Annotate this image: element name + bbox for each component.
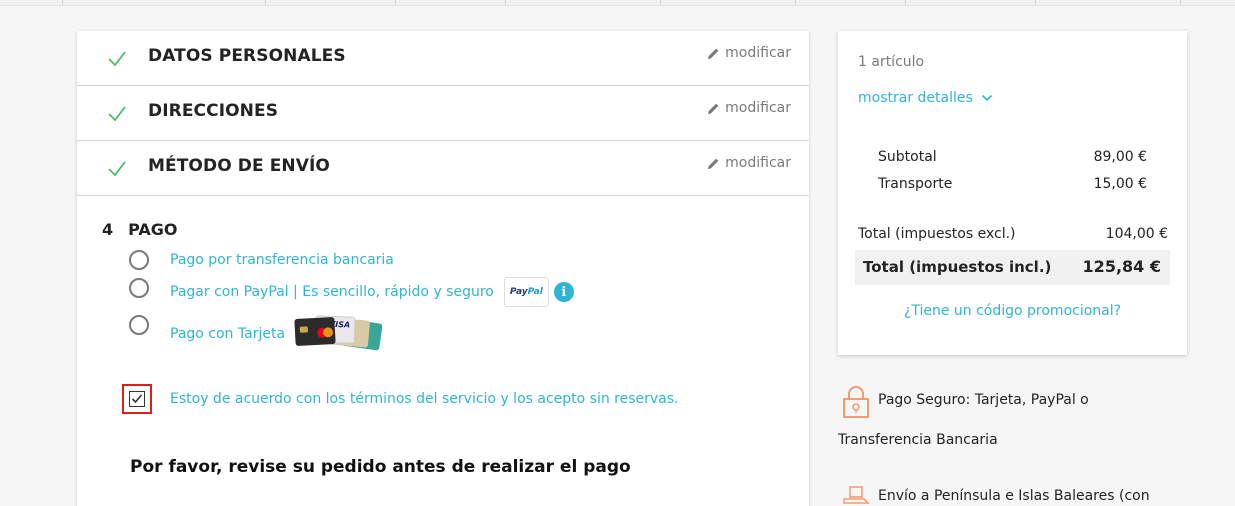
chevron-down-icon xyxy=(981,94,992,102)
radio-paypal[interactable] xyxy=(129,278,149,298)
edit-label: modificar xyxy=(725,155,791,171)
checkbox-inner xyxy=(129,391,145,407)
top-bar xyxy=(0,0,1235,6)
terms-agreement[interactable]: Estoy de acuerdo con los términos del se… xyxy=(122,384,679,414)
step-title: MÉTODO DE ENVÍO xyxy=(148,156,330,176)
total-incl-value: 125,84 € xyxy=(1082,257,1161,276)
total-excl-value: 104,00 € xyxy=(1105,226,1168,242)
total-incl-row: Total (impuestos incl.) 125,84 € xyxy=(855,250,1170,285)
payment-option-transfer[interactable]: Pago por transferencia bancaria xyxy=(129,250,394,270)
step-addresses[interactable]: DIRECCIONES modificar xyxy=(77,86,809,141)
step-shipping-method[interactable]: MÉTODO DE ENVÍO modificar xyxy=(77,141,809,196)
edit-shipping-link[interactable]: modificar xyxy=(707,155,791,171)
show-details-label: mostrar detalles xyxy=(858,90,973,106)
checkout-steps: DATOS PERSONALES modificar DIRECCIONES m… xyxy=(77,31,809,506)
check-icon xyxy=(108,161,126,177)
pencil-icon xyxy=(708,48,719,59)
step-title: PAGO xyxy=(128,220,178,239)
edit-label: modificar xyxy=(725,45,791,61)
secure-payment-text: Pago Seguro: Tarjeta, PayPal o xyxy=(878,392,1089,408)
checkmark-icon xyxy=(131,394,143,404)
card-chip xyxy=(299,326,309,333)
promo-code-link[interactable]: ¿Tiene un código promocional? xyxy=(838,303,1187,319)
payment-option-paypal[interactable]: Pagar con PayPal | Es sencillo, rápido y… xyxy=(129,277,574,307)
option-label[interactable]: Pago con Tarjeta xyxy=(170,326,285,342)
shipping-value: 15,00 € xyxy=(1093,176,1147,192)
subtotal-label: Subtotal xyxy=(878,149,937,165)
shipping-info-text: Envío a Península e Islas Baleares (con xyxy=(878,488,1150,504)
step-title: DIRECCIONES xyxy=(148,101,279,121)
option-label[interactable]: Pago por transferencia bancaria xyxy=(170,252,394,268)
items-count: 1 artículo xyxy=(858,54,925,70)
cart-summary: 1 artículo mostrar detalles Subtotal 89,… xyxy=(838,31,1187,355)
edit-label: modificar xyxy=(725,100,791,116)
paypal-logo-text-a: Pay xyxy=(509,287,528,297)
terms-label[interactable]: Estoy de acuerdo con los términos del se… xyxy=(170,391,679,407)
credit-cards-image: VISA xyxy=(291,315,383,353)
pencil-icon xyxy=(708,158,719,169)
total-excl-label: Total (impuestos excl.) xyxy=(858,226,1016,242)
payment-step-heading: 4 PAGO xyxy=(102,220,178,239)
review-order-heading: Por favor, revise su pedido antes de rea… xyxy=(130,457,631,477)
paypal-logo-text-b: Pal xyxy=(527,287,543,297)
secure-payment-text-2: Transferencia Bancaria xyxy=(838,432,998,448)
terms-checkbox[interactable] xyxy=(122,384,152,414)
step-title: DATOS PERSONALES xyxy=(148,46,346,66)
mastercard-circle-orange xyxy=(322,327,334,338)
edit-personal-data-link[interactable]: modificar xyxy=(707,45,791,61)
option-label[interactable]: Pagar con PayPal | Es sencillo, rápido y… xyxy=(170,284,494,300)
card-mastercard xyxy=(294,316,336,347)
shipping-box-icon xyxy=(843,486,870,504)
check-icon xyxy=(108,51,126,67)
show-details-link[interactable]: mostrar detalles xyxy=(858,90,993,106)
radio-card[interactable] xyxy=(129,315,149,335)
edit-addresses-link[interactable]: modificar xyxy=(707,100,791,116)
pencil-icon xyxy=(708,103,719,114)
subtotal-value: 89,00 € xyxy=(1093,149,1147,165)
lock-icon xyxy=(843,386,869,418)
step-personal-data[interactable]: DATOS PERSONALES modificar xyxy=(77,31,809,86)
shipping-label: Transporte xyxy=(878,176,953,192)
step-number: 4 xyxy=(102,220,114,239)
total-incl-label: Total (impuestos incl.) xyxy=(863,258,1052,276)
check-icon xyxy=(108,106,126,122)
radio-transfer[interactable] xyxy=(129,250,149,270)
paypal-logo: Pay Pal xyxy=(503,277,549,307)
info-icon[interactable]: i xyxy=(553,282,574,302)
payment-option-card[interactable]: Pago con Tarjeta VISA xyxy=(129,315,383,353)
